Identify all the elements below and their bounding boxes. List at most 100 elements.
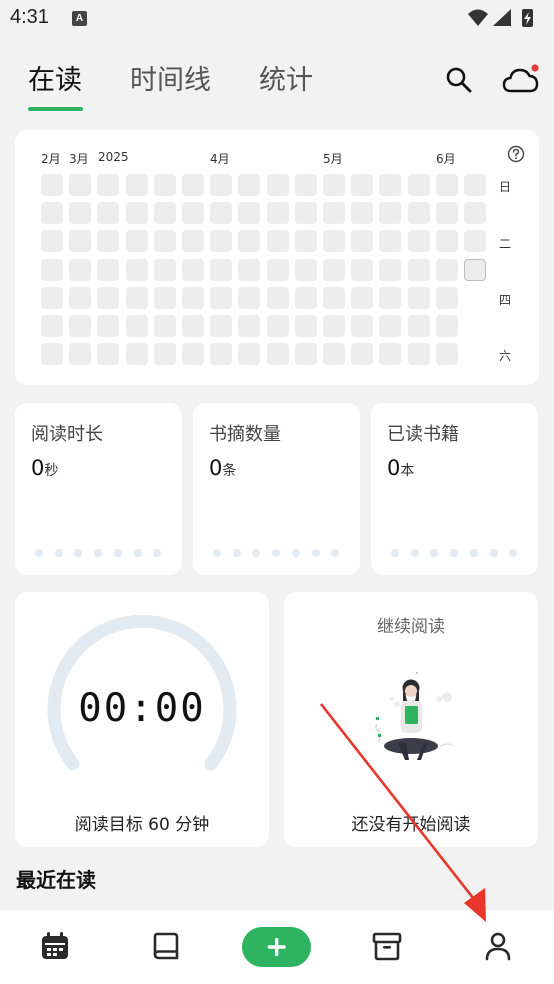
reading-person-illustration xyxy=(375,672,454,760)
heatmap-cell xyxy=(379,174,402,196)
heatmap-cell xyxy=(323,174,345,196)
heatmap-cell xyxy=(97,315,120,337)
notification-dot xyxy=(531,64,539,72)
sparkline-dot xyxy=(509,549,518,557)
tab-timeline[interactable]: 时间线 xyxy=(130,58,211,97)
heatmap-cell xyxy=(153,343,176,366)
heatmap-cell xyxy=(69,230,92,253)
heatmap-cell xyxy=(97,230,120,253)
sparkline-dot xyxy=(35,549,43,557)
heatmap-cell xyxy=(125,315,148,337)
heatmap-cell xyxy=(69,258,92,281)
excerpt-count-card[interactable]: 书摘数量 0条 xyxy=(193,403,360,575)
sparkline-dot xyxy=(450,549,459,557)
book-icon[interactable] xyxy=(150,930,182,962)
heatmap-cell xyxy=(210,286,233,309)
tab-reading[interactable]: 在读 xyxy=(28,58,82,97)
heatmap-cell xyxy=(407,343,430,366)
person-icon[interactable] xyxy=(482,930,514,962)
wifi-icon xyxy=(468,9,488,26)
stat-title: 书摘数量 xyxy=(209,424,281,445)
heatmap-cell xyxy=(125,343,148,366)
heatmap-cell xyxy=(210,202,233,225)
heatmap-cell xyxy=(435,315,458,337)
heatmap-cell xyxy=(125,258,148,281)
heatmap-cell xyxy=(182,202,204,225)
sparkline-dot xyxy=(410,549,419,557)
heatmap-cell xyxy=(153,230,176,253)
heatmap-cell xyxy=(238,258,261,281)
heatmap-cell xyxy=(266,286,289,309)
heatmap-cell xyxy=(351,230,374,253)
sparkline-dot xyxy=(430,549,439,557)
heatmap-cell xyxy=(41,230,63,253)
heatmap-cell xyxy=(323,315,345,337)
heatmap-cell xyxy=(238,230,261,253)
heatmap-cell xyxy=(379,202,402,225)
sparkline-dot xyxy=(272,549,281,557)
heatmap-cell xyxy=(238,343,261,366)
heatmap-cell xyxy=(294,202,317,225)
heatmap-cell xyxy=(182,343,204,366)
sparkline-dot xyxy=(489,549,498,557)
reading-duration-card[interactable]: 阅读时长 0秒 xyxy=(15,403,182,575)
sparkline-dot xyxy=(133,549,142,557)
heatmap-cell xyxy=(464,230,486,253)
sparkline-dot xyxy=(74,549,83,557)
help-icon[interactable] xyxy=(507,145,525,163)
sparkline-dot xyxy=(94,549,103,557)
cloud-sync-icon[interactable] xyxy=(502,64,540,96)
heatmap-cell xyxy=(435,174,458,196)
heatmap-cell xyxy=(266,174,289,196)
search-icon[interactable] xyxy=(445,66,473,94)
heatmap-cell xyxy=(351,286,374,309)
month-label: 2月 xyxy=(41,152,61,166)
heatmap-cell xyxy=(238,202,261,225)
heatmap-cell xyxy=(153,202,176,225)
heatmap-cell xyxy=(294,286,317,309)
heatmap-cell xyxy=(266,343,289,366)
heatmap-cell xyxy=(351,202,374,225)
heatmap-cell xyxy=(69,286,92,309)
heatmap-cell xyxy=(210,315,233,337)
active-tab-indicator xyxy=(28,107,83,111)
heatmap-cell xyxy=(407,174,430,196)
sparkline-dots xyxy=(391,549,526,559)
heatmap-cell xyxy=(97,174,120,196)
heatmap-cell xyxy=(97,202,120,225)
reading-heatmap-card: 2月 3月 2025 4月 5月 6月 日 二 四 六 xyxy=(15,130,539,385)
heatmap-cell xyxy=(407,258,430,281)
stat-value: 0 xyxy=(31,456,45,480)
heatmap-cell xyxy=(153,286,176,309)
stat-title: 已读书籍 xyxy=(387,424,459,445)
heatmap-cell xyxy=(323,230,345,253)
heatmap-cell xyxy=(41,286,63,309)
continue-reading-card[interactable]: 继续阅读 还没有开始阅读 xyxy=(284,592,538,847)
add-button[interactable] xyxy=(242,927,311,967)
tab-statistics[interactable]: 统计 xyxy=(259,58,313,97)
archive-icon[interactable] xyxy=(371,930,403,962)
status-time: 4:31 xyxy=(10,6,49,28)
sparkline-dot xyxy=(213,549,221,557)
heatmap-cell xyxy=(464,202,486,225)
heatmap-cell xyxy=(153,315,176,337)
books-read-card[interactable]: 已读书籍 0本 xyxy=(371,403,538,575)
heatmap-cell xyxy=(379,286,402,309)
heatmap-cell xyxy=(435,230,458,253)
stat-unit: 秒 xyxy=(44,463,59,479)
heatmap-cell xyxy=(323,202,345,225)
calendar-icon[interactable] xyxy=(39,930,71,962)
weekday-label: 四 xyxy=(499,293,512,307)
sparkline-dot xyxy=(391,549,399,557)
reading-timer-card[interactable]: 00:00 阅读目标 60 分钟 xyxy=(15,592,269,847)
heatmap-cell xyxy=(210,343,233,366)
add-icon xyxy=(267,938,286,956)
heatmap-cell xyxy=(435,258,458,281)
heatmap-cell xyxy=(464,174,486,196)
heatmap-cell xyxy=(435,343,458,366)
month-label: 6月 xyxy=(436,152,456,166)
stat-unit: 本 xyxy=(400,463,415,479)
heatmap-cell xyxy=(323,286,345,309)
accessibility-badge-icon: A xyxy=(72,11,87,26)
heatmap-cell xyxy=(294,230,317,253)
